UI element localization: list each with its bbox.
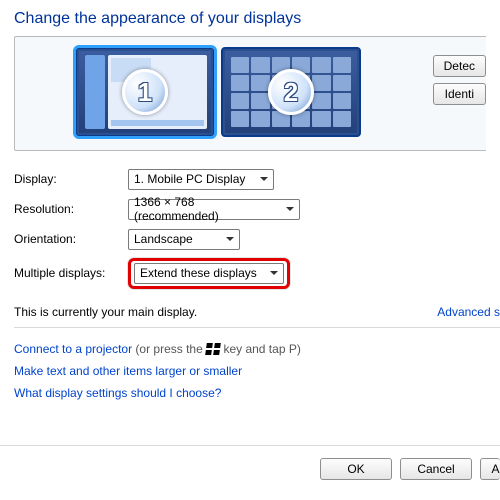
windows-key-icon [206,343,220,355]
main-display-text: This is currently your main display. [14,305,197,319]
orientation-select[interactable]: Landscape [128,229,240,250]
multiple-displays-select[interactable]: Extend these displays [134,263,284,284]
advanced-settings-link[interactable]: Advanced s [437,305,500,319]
display-select-value: 1. Mobile PC Display [134,172,245,186]
monitor-2-number: 2 [268,69,314,115]
identify-button[interactable]: Identi [433,83,486,105]
display-label: Display: [14,172,128,186]
what-settings-link[interactable]: What display settings should I choose? [14,386,221,400]
monitor-1[interactable]: 1 [75,47,215,137]
multiple-displays-value: Extend these displays [140,266,257,280]
page-title: Change the appearance of your displays [0,0,500,36]
ok-button[interactable]: OK [320,458,392,480]
dialog-footer: OK Cancel A [0,445,500,480]
connect-projector-link[interactable]: Connect to a projector [14,342,132,356]
resolution-select[interactable]: 1366 × 768 (recommended) [128,199,300,220]
projector-hint-post: key and tap P) [220,342,301,356]
display-select[interactable]: 1. Mobile PC Display [128,169,274,190]
resolution-label: Resolution: [14,202,128,216]
cancel-button[interactable]: Cancel [400,458,472,480]
orientation-label: Orientation: [14,232,128,246]
monitor-2[interactable]: 2 [221,47,361,137]
monitor-preview-panel: 1 2 Detec Identi [14,36,486,151]
resolution-select-value: 1366 × 768 (recommended) [134,195,279,223]
projector-hint-pre: (or press the [132,342,206,356]
multiple-displays-highlight: Extend these displays [128,258,290,289]
multiple-displays-label: Multiple displays: [14,266,128,280]
detect-button[interactable]: Detec [433,55,486,77]
apply-button[interactable]: A [480,458,500,480]
orientation-select-value: Landscape [134,232,193,246]
monitor-1-number: 1 [122,69,168,115]
make-text-larger-link[interactable]: Make text and other items larger or smal… [14,364,242,378]
